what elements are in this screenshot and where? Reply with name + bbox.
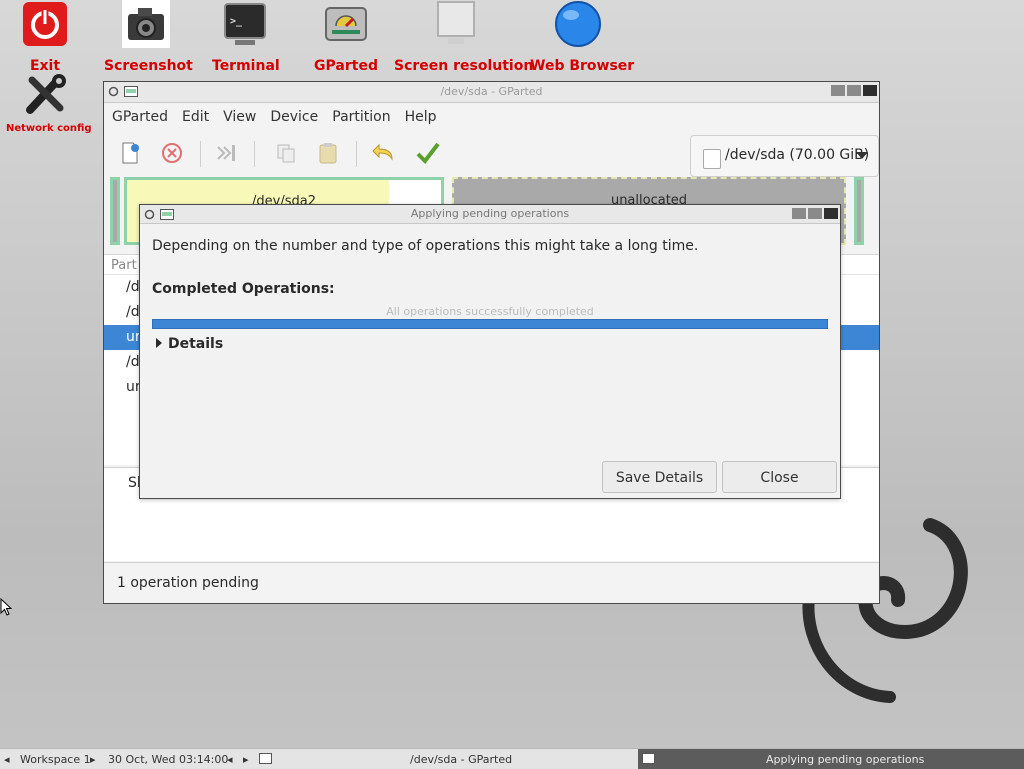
taskbar: ◂ Workspace 1 ▸ 30 Oct, Wed 03:14:00 ◂ ▸… — [0, 748, 1024, 769]
partition-map-segment[interactable] — [110, 177, 120, 245]
desktop-icon-exit[interactable]: Exit — [14, 0, 76, 74]
progress-bar-fill — [153, 320, 827, 328]
task-gparted[interactable]: /dev/sda - GParted — [410, 753, 512, 766]
disk-icon — [703, 149, 721, 169]
menu-help[interactable]: Help — [405, 109, 445, 125]
copy-icon[interactable] — [272, 139, 300, 167]
window-list-icon[interactable] — [259, 753, 272, 764]
desktop-icon-gparted[interactable]: GParted — [314, 0, 378, 74]
menu-device[interactable]: Device — [270, 109, 326, 125]
menubar: GParted Edit View Device Partition Help — [104, 103, 879, 131]
app-icon — [642, 753, 655, 764]
minimize-button[interactable] — [792, 208, 806, 219]
undo-icon[interactable] — [370, 139, 398, 167]
dialog-titlebar[interactable]: Applying pending operations — [140, 205, 840, 224]
desktop-icon-screenshot[interactable]: Screenshot — [104, 0, 193, 74]
maximize-button[interactable] — [847, 85, 861, 96]
desktop-icon-screen-resolution[interactable]: Screen resolution — [394, 0, 534, 74]
workspace-name[interactable]: Workspace 1 — [20, 753, 91, 766]
menu-view[interactable]: View — [223, 109, 264, 125]
paste-icon[interactable] — [314, 139, 342, 167]
desktop-icon-network-config[interactable]: Network config — [6, 72, 92, 134]
task-next-icon[interactable]: ▸ — [243, 753, 249, 766]
completed-operations-label: Completed Operations: — [152, 281, 335, 297]
dialog-title: Applying pending operations — [410, 207, 570, 220]
camera-icon — [122, 0, 170, 48]
close-window-button[interactable] — [824, 208, 838, 219]
chevron-down-icon — [856, 152, 868, 159]
partition-map-segment[interactable] — [854, 177, 864, 245]
menu-edit[interactable]: Edit — [182, 109, 217, 125]
desktop-icon-label: GParted — [314, 58, 378, 74]
svg-text:>_: >_ — [230, 16, 243, 27]
details-expander[interactable]: Details — [156, 336, 223, 352]
toolbar: /dev/sda (70.00 GiB) — [104, 131, 879, 177]
desktop-icon-label: Network config — [6, 123, 92, 134]
expand-arrow-icon — [156, 338, 162, 348]
minimize-button[interactable] — [831, 85, 845, 96]
desktop-icon-web-browser[interactable]: Web Browser — [530, 0, 635, 74]
status-text: 1 operation pending — [117, 575, 259, 591]
details-label: Details — [168, 336, 224, 352]
terminal-icon: >_ — [224, 3, 266, 45]
device-selector-label: /dev/sda (70.00 GiB) — [725, 147, 870, 163]
toolbar-separator — [200, 141, 201, 167]
progress-bar — [152, 319, 828, 329]
workspace-prev-icon[interactable]: ◂ — [4, 753, 10, 766]
workspace-next-icon[interactable]: ▸ — [90, 753, 96, 766]
desktop-icon-label: Terminal — [212, 58, 280, 74]
tools-icon — [26, 74, 66, 114]
mouse-cursor-icon — [0, 598, 12, 616]
close-window-button[interactable] — [863, 85, 877, 96]
statusbar: 1 operation pending — [104, 562, 879, 603]
new-partition-icon[interactable] — [116, 139, 144, 167]
clock: 30 Oct, Wed 03:14:00 — [108, 753, 229, 766]
toolbar-separator — [356, 141, 357, 167]
toolbar-separator — [254, 141, 255, 167]
desktop-icon-label: Screen resolution — [394, 58, 534, 74]
device-selector[interactable]: /dev/sda (70.00 GiB) — [690, 135, 879, 177]
maximize-button[interactable] — [808, 208, 822, 219]
dialog-message: Depending on the number and type of oper… — [152, 238, 699, 254]
apply-icon[interactable] — [414, 139, 442, 167]
apply-operations-dialog: Applying pending operations Depending on… — [139, 204, 841, 499]
globe-icon — [555, 1, 601, 47]
save-details-button[interactable]: Save Details — [602, 461, 717, 493]
window-titlebar[interactable]: /dev/sda - GParted — [104, 82, 879, 103]
monitor-icon — [437, 1, 475, 44]
task-prev-icon[interactable]: ◂ — [227, 753, 233, 766]
task-apply-dialog[interactable]: Applying pending operations — [638, 749, 1024, 769]
window-title: /dev/sda - GParted — [440, 85, 543, 98]
resize-move-icon[interactable] — [212, 139, 240, 167]
close-button[interactable]: Close — [722, 461, 837, 493]
power-icon — [23, 2, 67, 46]
progress-text: All operations successfully completed — [386, 305, 594, 318]
desktop-icon-label: Web Browser — [530, 58, 635, 74]
menu-partition[interactable]: Partition — [332, 109, 398, 125]
task-apply-dialog-label: Applying pending operations — [766, 753, 925, 766]
menu-gparted[interactable]: GParted — [112, 109, 176, 125]
desktop-icon-label: Screenshot — [104, 58, 193, 74]
desktop-icon-terminal[interactable]: >_ Terminal — [212, 0, 280, 74]
disk-icon — [325, 7, 367, 41]
delete-icon[interactable] — [158, 139, 186, 167]
